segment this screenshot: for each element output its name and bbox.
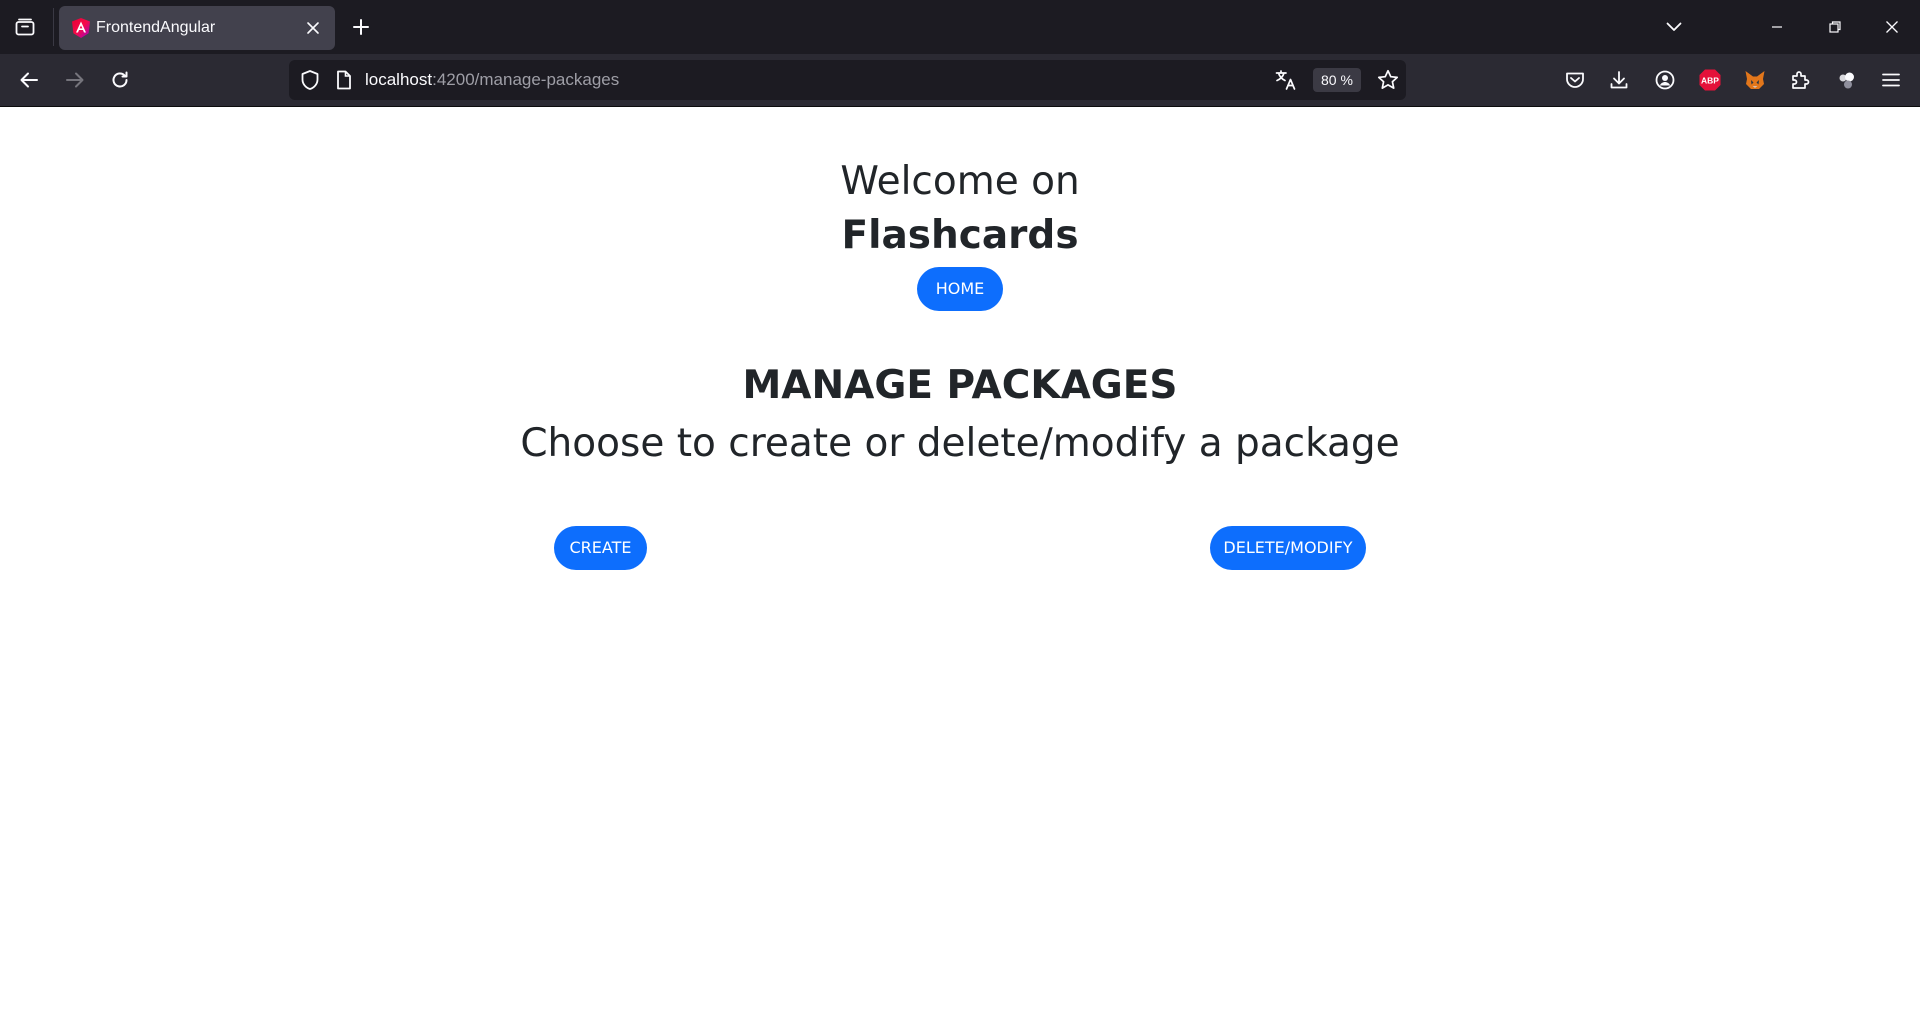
angular-icon (70, 17, 92, 39)
url-bar[interactable]: localhost:4200/manage-packages 80 % (289, 60, 1406, 100)
page-content: Welcome on Flashcards HOME MANAGE PACKAG… (0, 107, 1920, 1020)
tab-list-icon[interactable] (8, 11, 42, 43)
brand-title: Flashcards (841, 213, 1079, 258)
abp-label: ABP (1701, 76, 1719, 86)
plus-icon (353, 19, 369, 35)
restore-button[interactable] (1811, 8, 1859, 46)
reload-icon (112, 71, 128, 88)
new-tab-button[interactable] (345, 11, 377, 43)
close-window-icon (1886, 21, 1898, 33)
translate-icon[interactable] (1274, 68, 1298, 92)
forward-button[interactable] (57, 62, 93, 98)
minimize-button[interactable] (1753, 8, 1801, 46)
download-icon[interactable] (1601, 62, 1637, 98)
url-text[interactable]: localhost:4200/manage-packages (365, 60, 619, 100)
url-path: :4200/manage-packages (432, 70, 620, 89)
account-icon[interactable] (1647, 62, 1683, 98)
navigation-toolbar: localhost:4200/manage-packages 80 % ABP (0, 54, 1920, 107)
page-title: MANAGE PACKAGES (742, 363, 1178, 408)
list-all-tabs-button[interactable] (1658, 11, 1690, 43)
puzzle-icon[interactable] (1782, 62, 1818, 98)
tab-active[interactable]: FrontendAngular (59, 6, 335, 50)
page-subtitle: Choose to create or delete/modify a pack… (520, 421, 1400, 466)
abp-icon[interactable]: ABP (1692, 62, 1728, 98)
close-window-button[interactable] (1868, 8, 1916, 46)
url-host: localhost (365, 70, 433, 89)
tab-title: FrontendAngular (96, 19, 216, 36)
star-icon[interactable] (1376, 68, 1400, 92)
back-arrow-icon (20, 72, 38, 88)
minimize-icon (1772, 26, 1782, 28)
delete-modify-button[interactable]: DELETE/MODIFY (1210, 526, 1366, 570)
close-icon[interactable] (301, 16, 325, 40)
reload-button[interactable] (102, 62, 138, 98)
forward-arrow-icon (66, 72, 84, 88)
restore-icon (1829, 21, 1841, 33)
tab-bar: FrontendAngular (0, 0, 1920, 54)
home-button[interactable]: HOME (917, 267, 1003, 311)
hamburger-icon[interactable] (1873, 62, 1909, 98)
page-icon[interactable] (333, 69, 355, 91)
shield-icon[interactable] (299, 69, 321, 91)
zoom-level-badge[interactable]: 80 % (1313, 68, 1361, 92)
welcome-heading: Welcome on (840, 159, 1080, 204)
back-button[interactable] (11, 62, 47, 98)
pocket-icon[interactable] (1557, 62, 1593, 98)
tab-separator (53, 8, 54, 46)
fox-icon[interactable] (1737, 62, 1773, 98)
chevron-down-icon (1666, 22, 1682, 31)
create-button[interactable]: CREATE (554, 526, 647, 570)
extension-icon[interactable] (1828, 62, 1864, 98)
